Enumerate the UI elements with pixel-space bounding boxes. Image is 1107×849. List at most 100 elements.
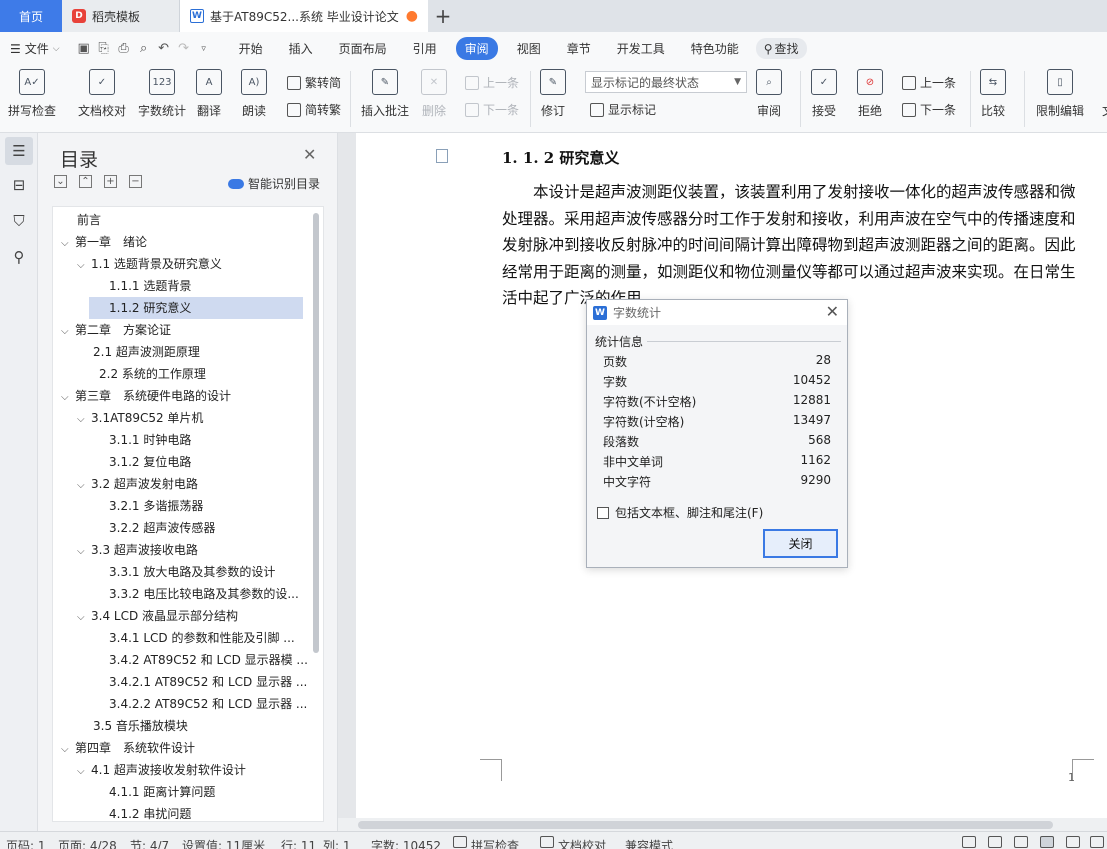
toc-item[interactable]: ⌵ 4.1 超声波接收发射软件设计	[53, 759, 315, 781]
tab-features[interactable]: 特色功能	[678, 40, 752, 57]
toc-item[interactable]: 前言	[53, 209, 315, 231]
customize-dropdown-icon[interactable]: ▿	[194, 44, 214, 54]
restrict-edit-button[interactable]: ▯ 限制编辑	[1036, 69, 1084, 119]
chevron-down-icon[interactable]: ⌵	[77, 255, 91, 275]
review-pane-button[interactable]: ⌕ 审阅	[756, 69, 782, 119]
tab-developer[interactable]: 开发工具	[604, 40, 678, 57]
paragraph-menu-icon[interactable]	[436, 149, 448, 163]
prev-comment-button[interactable]: 上一条	[465, 74, 519, 91]
chevron-down-icon[interactable]: ⌵	[61, 321, 75, 341]
redo-icon[interactable]: ↷	[174, 41, 194, 56]
compare-button[interactable]: ⇆ 比较	[980, 69, 1006, 119]
chevron-down-icon[interactable]: ⌵	[77, 761, 91, 781]
toc-item[interactable]: ⌵ 3.3 超声波接收电路	[53, 539, 315, 561]
trad-to-simp-button[interactable]: 繁转简	[287, 74, 341, 91]
web-view-icon[interactable]	[1090, 836, 1104, 848]
include-textbox-checkbox[interactable]: 包括文本框、脚注和尾注(F)	[597, 504, 763, 521]
accept-button[interactable]: ✓ 接受	[811, 69, 837, 119]
tab-page-layout[interactable]: 页面布局	[326, 40, 400, 57]
toc-item[interactable]: ⌵ 第四章 系统软件设计	[53, 737, 315, 759]
tab-insert[interactable]: 插入	[276, 40, 326, 57]
toc-item[interactable]: 3.1.1 时钟电路	[53, 429, 315, 451]
close-icon[interactable]: ✕	[826, 302, 839, 321]
tab-document[interactable]: W 基于AT89C52...系统 毕业设计论文 ●	[180, 0, 428, 32]
scrollbar-thumb[interactable]	[358, 821, 1053, 829]
export-icon[interactable]: ⎘	[94, 41, 114, 56]
print-icon[interactable]: ⎙	[114, 41, 134, 56]
fullscreen-icon[interactable]	[962, 836, 976, 848]
status-section[interactable]: 节: 4/7	[130, 837, 169, 849]
outline-view-icon[interactable]	[1066, 836, 1080, 848]
prev-change-button[interactable]: 上一条	[902, 74, 956, 91]
toc-item[interactable]: 2.2 系统的工作原理	[53, 363, 315, 385]
status-col[interactable]: 列: 1	[323, 837, 351, 849]
proofread-button[interactable]: ✓ 文档校对	[78, 69, 126, 119]
status-setting[interactable]: 设置值: 11厘米	[182, 837, 265, 849]
toc-item[interactable]: ⌵ 第三章 系统硬件电路的设计	[53, 385, 315, 407]
search-icon[interactable]: ⚲	[5, 243, 33, 271]
tab-chapter[interactable]: 章节	[554, 40, 604, 57]
toc-item[interactable]: ⌵ 3.2 超声波发射电路	[53, 473, 315, 495]
status-wordcount[interactable]: 字数: 10452	[371, 837, 441, 849]
print-preview-icon[interactable]: ⌕	[134, 41, 154, 56]
toc-item[interactable]: ⌵ 1.1 选题背景及研究意义	[53, 253, 315, 275]
read-aloud-button[interactable]: A) 朗读	[241, 69, 267, 119]
doc-permission-button[interactable]: 文	[1095, 69, 1107, 119]
status-row[interactable]: 行: 11	[281, 837, 316, 849]
toc-item[interactable]: ⌵ 第一章 绪论	[53, 231, 315, 253]
edit-mode-icon[interactable]	[1014, 836, 1028, 848]
toc-item[interactable]: 3.4.2.2 AT89C52 和 LCD 显示器 ...	[53, 693, 315, 715]
close-icon[interactable]: ✕	[303, 145, 316, 164]
translate-button[interactable]: A 翻译	[196, 69, 222, 119]
wordcount-button[interactable]: 123 字数统计	[138, 69, 186, 119]
show-marks-button[interactable]: 显示标记	[590, 101, 656, 118]
close-button[interactable]: 关闭	[763, 529, 838, 558]
chevron-down-icon[interactable]: ⌵	[61, 387, 75, 407]
reject-button[interactable]: ⊘ 拒绝	[857, 69, 883, 119]
toc-item[interactable]: 4.1.2 串扰问题	[53, 803, 315, 821]
checkbox-box[interactable]	[597, 506, 609, 519]
toc-item[interactable]: 3.1.2 复位电路	[53, 451, 315, 473]
toc-item[interactable]: ⌵ 3.4 LCD 液晶显示部分结构	[53, 605, 315, 627]
expand-all-icon[interactable]: ⌃	[79, 175, 92, 188]
chevron-down-icon[interactable]: ⌵	[77, 541, 91, 561]
insert-comment-button[interactable]: ✎ 插入批注	[361, 69, 409, 119]
new-tab-button[interactable]: +	[428, 0, 458, 32]
toc-item[interactable]: 3.2.2 超声波传感器	[53, 517, 315, 539]
toc-item[interactable]: 3.3.2 电压比较电路及其参数的设...	[53, 583, 315, 605]
simp-to-trad-button[interactable]: 简转繁	[287, 101, 341, 118]
status-page-code[interactable]: 页码: 1	[6, 837, 46, 849]
chevron-down-icon[interactable]: ⌵	[77, 475, 91, 495]
toc-item[interactable]: 2.1 超声波测距原理	[53, 341, 315, 363]
smart-toc-button[interactable]: 智能识别目录	[228, 175, 320, 192]
remove-heading-icon[interactable]: −	[129, 175, 142, 188]
toc-item[interactable]: 3.3.1 放大电路及其参数的设计	[53, 561, 315, 583]
chevron-down-icon[interactable]: ⌵	[61, 233, 75, 253]
toc-item[interactable]: 3.4.1 LCD 的参数和性能及引脚 ...	[53, 627, 315, 649]
tab-view[interactable]: 视图	[504, 40, 554, 57]
status-spellcheck[interactable]: 拼写检查	[471, 837, 519, 849]
toc-item[interactable]: 4.1.1 距离计算问题	[53, 781, 315, 803]
page-view-icon[interactable]	[1040, 836, 1054, 848]
next-change-button[interactable]: 下一条	[902, 101, 956, 118]
mark-state-select[interactable]: 显示标记的最终状态 ▼	[585, 71, 747, 93]
bookmark-icon[interactable]: ⛉	[5, 207, 33, 235]
delete-comment-button[interactable]: ✕ 删除	[421, 69, 447, 119]
toc-item[interactable]: 3.5 音乐播放模块	[53, 715, 315, 737]
toc-item[interactable]: 3.4.2 AT89C52 和 LCD 显示器模 ...	[53, 649, 315, 671]
toc-item[interactable]: 3.4.2.1 AT89C52 和 LCD 显示器 ...	[53, 671, 315, 693]
chevron-down-icon[interactable]: ⌵	[61, 739, 75, 759]
toc-nav-icon[interactable]: ☰	[5, 137, 33, 165]
tab-review[interactable]: 审阅	[455, 37, 498, 60]
toc-item[interactable]: 3.2.1 多谐振荡器	[53, 495, 315, 517]
collapse-all-icon[interactable]: ⌄	[54, 175, 67, 188]
add-heading-icon[interactable]: +	[104, 175, 117, 188]
toc-item[interactable]: ⌵ 3.1AT89C52 单片机	[53, 407, 315, 429]
read-mode-icon[interactable]	[988, 836, 1002, 848]
next-comment-button[interactable]: 下一条	[465, 101, 519, 118]
spellcheck-button[interactable]: A✓ 拼写检查	[8, 69, 56, 119]
tab-references[interactable]: 引用	[400, 40, 450, 57]
file-menu[interactable]: ☰ 文件 ⌵	[0, 40, 66, 57]
revise-button[interactable]: ✎ 修订	[540, 69, 566, 119]
status-pages[interactable]: 页面: 4/28	[58, 837, 117, 849]
